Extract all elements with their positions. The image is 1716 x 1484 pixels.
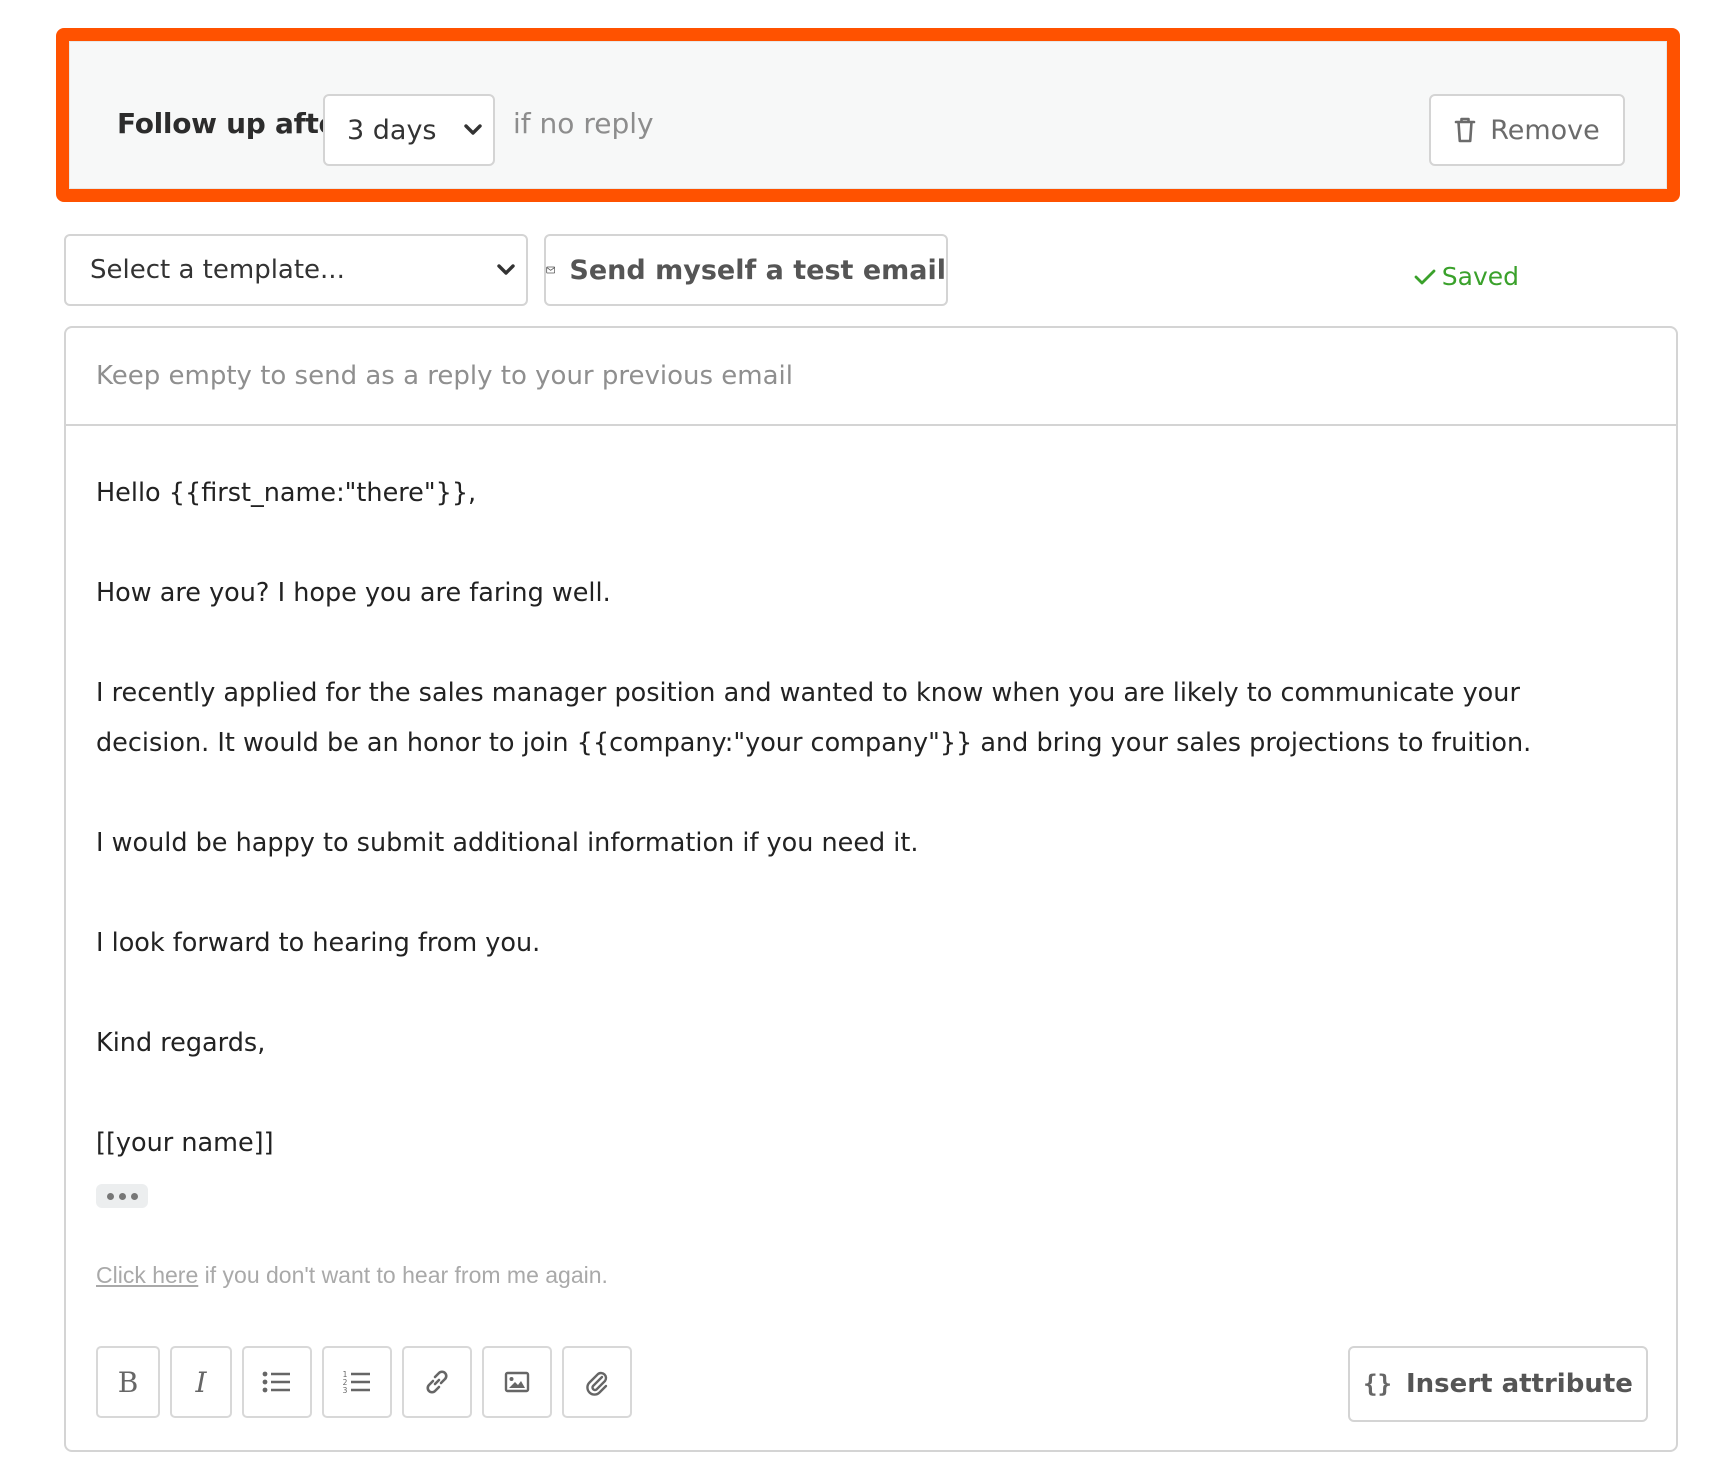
saved-status: Saved [1414, 262, 1519, 291]
paperclip-icon [586, 1371, 608, 1396]
email-body[interactable]: Hello {{first_name:"there"}}, How are yo… [96, 468, 1606, 1168]
insert-attribute-label: Insert attribute [1405, 1369, 1633, 1399]
body-paragraph: I would be happy to submit additional in… [96, 828, 919, 858]
ellipsis-dot [118, 1192, 126, 1200]
ellipsis-dot [130, 1192, 138, 1200]
body-paragraph: Hello {{first_name:"there"}}, [96, 478, 477, 508]
attach-file-button[interactable] [562, 1346, 632, 1418]
remove-label: Remove [1490, 114, 1600, 146]
link-button[interactable] [402, 1346, 472, 1418]
svg-text:3: 3 [343, 1386, 348, 1395]
followup-label: Follow up after [117, 107, 351, 140]
show-trimmed-content-button[interactable] [96, 1184, 148, 1208]
email-editor: Keep empty to send as a reply to your pr… [64, 326, 1678, 1452]
unsubscribe-footer: Click here if you don't want to hear fro… [96, 1262, 608, 1289]
image-icon [504, 1371, 530, 1393]
unsubscribe-link[interactable]: Click here [96, 1262, 198, 1288]
followup-delay-select[interactable]: 3 days [323, 94, 495, 166]
body-paragraph: How are you? I hope you are faring well. [96, 578, 611, 608]
svg-text:B: B [118, 1367, 139, 1397]
template-select[interactable]: Select a template... [64, 234, 528, 306]
body-paragraph: I look forward to hearing from you. [96, 928, 541, 958]
body-paragraph: Kind regards, [96, 1028, 266, 1058]
body-paragraph: I recently applied for the sales manager… [96, 678, 1532, 758]
saved-status-label: Saved [1441, 262, 1519, 291]
bold-button[interactable]: B [96, 1346, 160, 1418]
curly-braces-icon: {} [1363, 1370, 1392, 1398]
send-test-email-button[interactable]: Send myself a test email [544, 234, 948, 306]
trash-icon [1454, 117, 1476, 143]
numbered-list-icon: 1 2 3 [343, 1370, 370, 1395]
italic-button[interactable]: I [170, 1346, 232, 1418]
subject-input[interactable]: Keep empty to send as a reply to your pr… [66, 328, 1676, 426]
followup-settings-panel: Follow up after 3 days if no reply Remov… [56, 28, 1680, 202]
formatting-toolbar: B I 1 2 3 [96, 1346, 632, 1418]
chevron-down-icon [464, 124, 482, 135]
insert-attribute-button[interactable]: {} Insert attribute [1348, 1346, 1648, 1422]
svg-text:I: I [194, 1367, 207, 1397]
bullet-list-icon [262, 1371, 290, 1393]
italic-icon: I [194, 1367, 207, 1397]
numbered-list-button[interactable]: 1 2 3 [322, 1346, 392, 1418]
body-paragraph: [[your name]] [96, 1128, 274, 1158]
bold-icon: B [118, 1367, 139, 1397]
subject-placeholder: Keep empty to send as a reply to your pr… [96, 361, 793, 391]
template-select-value: Select a template... [90, 255, 345, 285]
checkmark-icon [1414, 269, 1436, 284]
bullet-list-button[interactable] [242, 1346, 312, 1418]
chevron-down-icon [497, 264, 515, 275]
ellipsis-dot [106, 1192, 114, 1200]
link-icon [426, 1370, 448, 1394]
followup-delay-value: 3 days [347, 114, 437, 146]
envelope-icon [546, 266, 556, 274]
followup-condition: if no reply [513, 107, 654, 140]
send-test-email-label: Send myself a test email [569, 254, 946, 286]
unsubscribe-text: if you don't want to hear from me again. [198, 1262, 608, 1288]
insert-image-button[interactable] [482, 1346, 552, 1418]
remove-followup-button[interactable]: Remove [1429, 94, 1625, 166]
